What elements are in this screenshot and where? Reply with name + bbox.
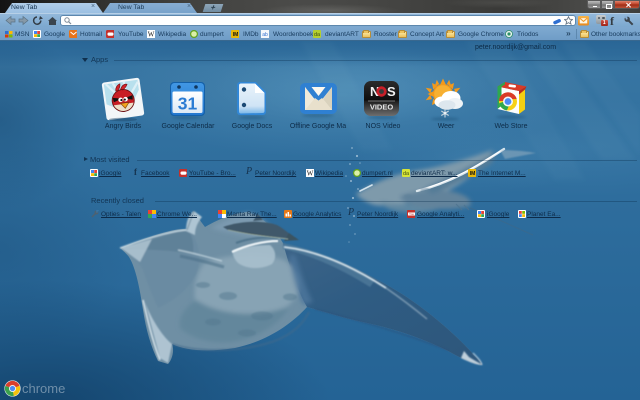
svg-text:31: 31: [178, 94, 198, 114]
svg-text:IM: IM: [470, 171, 476, 177]
svg-text:da: da: [403, 171, 410, 177]
svg-text:S: S: [387, 84, 396, 99]
svg-text:You: You: [409, 212, 414, 216]
svg-text:W: W: [307, 170, 314, 178]
svg-text:VIDEO: VIDEO: [370, 103, 394, 112]
